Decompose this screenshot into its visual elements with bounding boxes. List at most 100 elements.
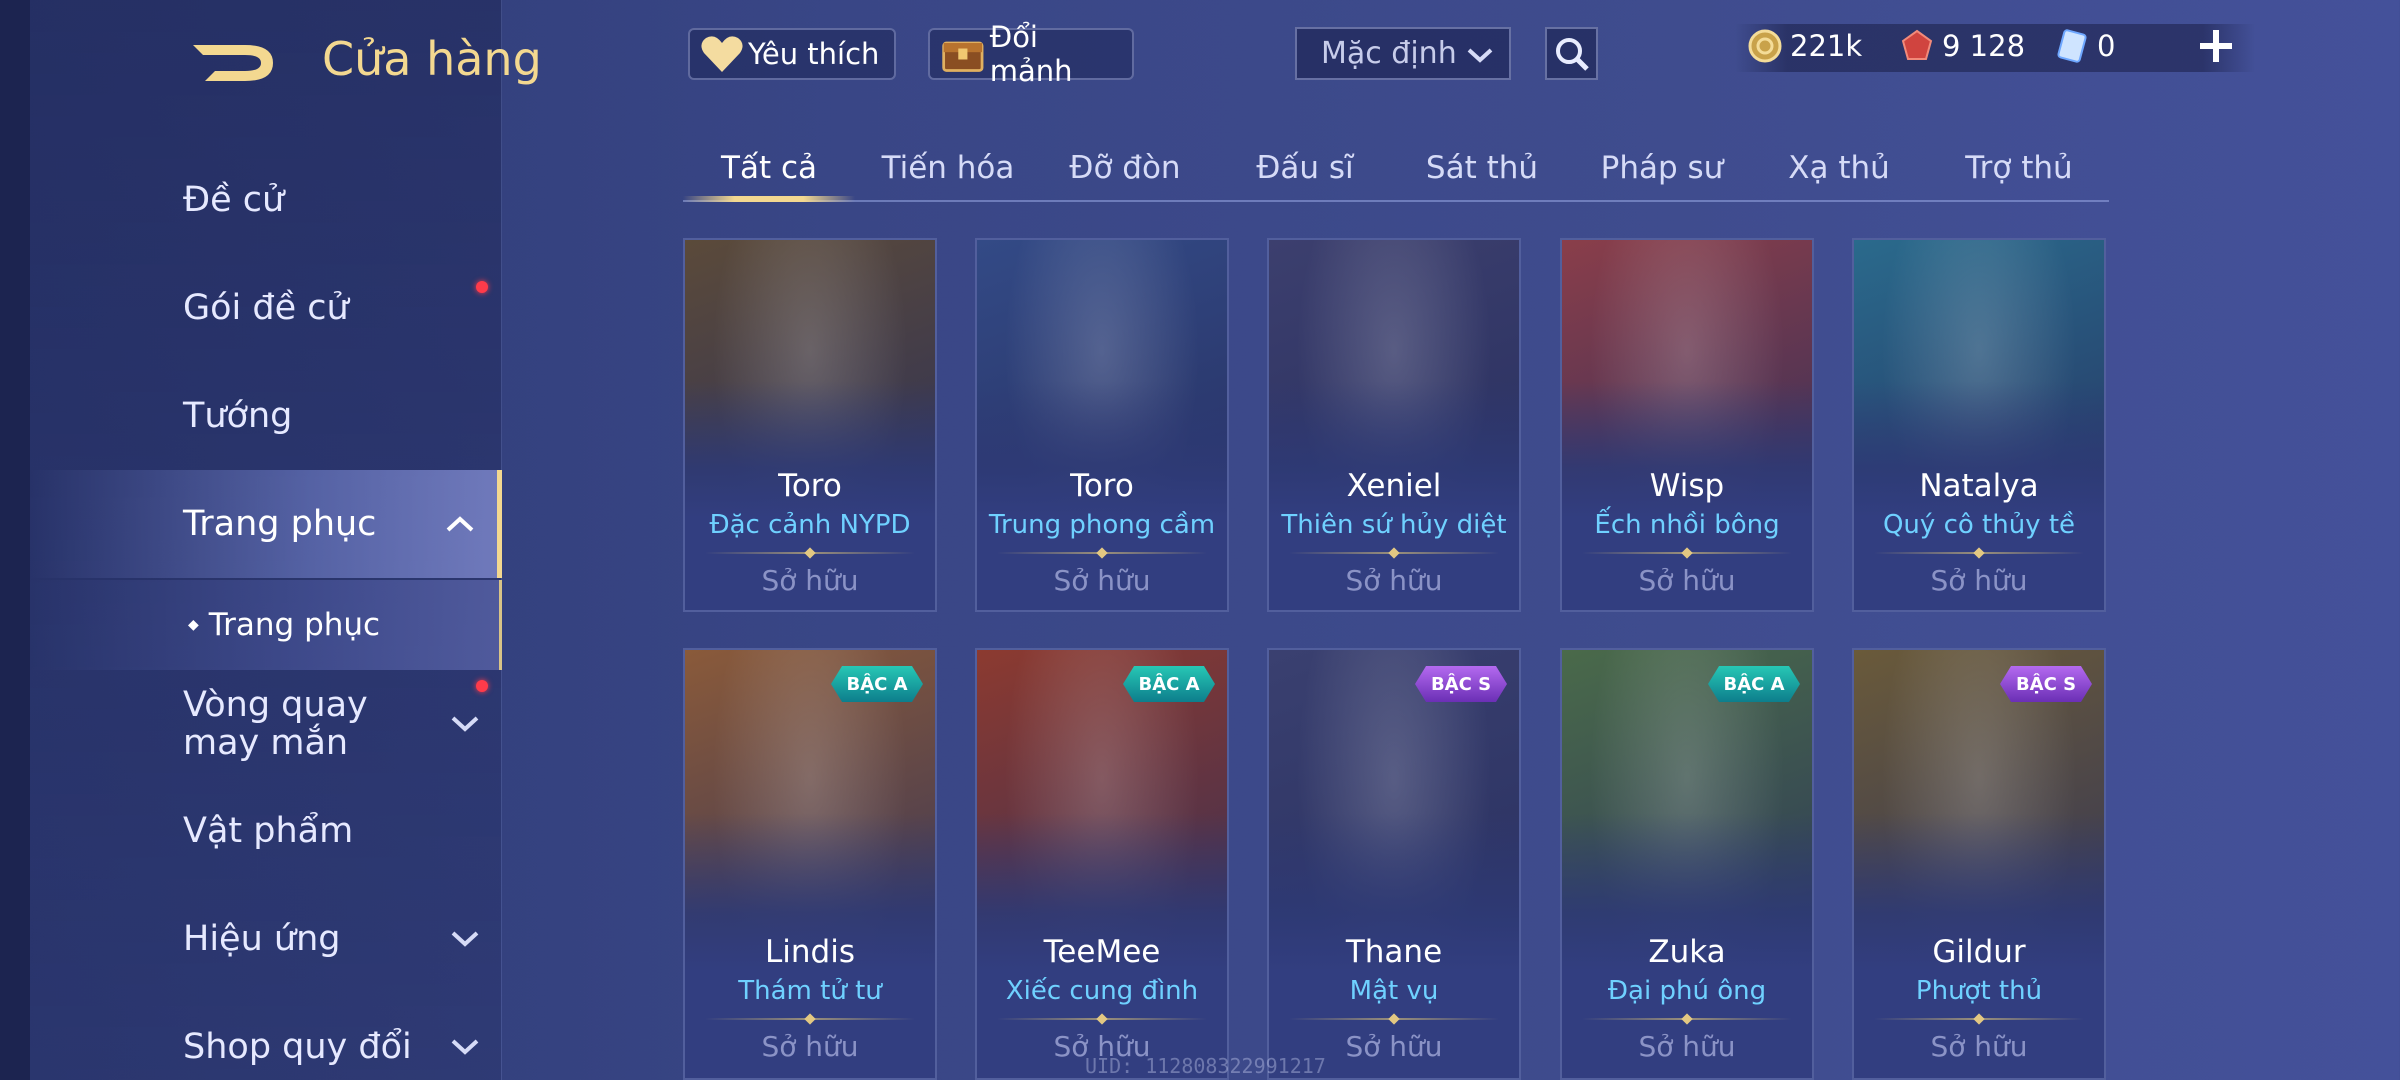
tab-fighter[interactable]: Đấu sĩ	[1256, 150, 1353, 186]
favorite-label: Yêu thích	[748, 37, 880, 71]
owned-status: Sở hữu	[761, 1030, 859, 1063]
exchange-shards-button[interactable]: Đổi mảnh	[928, 20, 1134, 88]
skin-name: Quý cô thủy tề	[1882, 510, 2076, 540]
plus-icon[interactable]	[2196, 26, 2236, 66]
hero-name: Toro	[778, 468, 842, 504]
chevron-up-icon	[446, 516, 474, 532]
hero-name: Gildur	[1932, 934, 2026, 970]
skin-card[interactable]: Toro Trung phong cầm Sở hữu	[975, 238, 1229, 612]
ruby-amount: 9 128	[1942, 29, 2026, 63]
owned-status: Sở hữu	[1053, 564, 1151, 597]
favorite-button[interactable]: Yêu thích	[688, 28, 896, 80]
skin-name: Thám tử tư	[738, 976, 882, 1006]
owned-status: Sở hữu	[1930, 564, 2028, 597]
tab-mage[interactable]: Pháp sư	[1601, 150, 1724, 186]
skin-name: Đại phú ông	[1607, 976, 1767, 1006]
sidebar-item-label: Shop quy đổi	[183, 1027, 412, 1067]
sidebar-item-label: Đề cử	[183, 180, 285, 220]
owned-status: Sở hữu	[761, 564, 859, 597]
gold-coin-icon	[1748, 29, 1782, 63]
skin-card[interactable]: Toro Đặc cảnh NYPD Sở hữu	[683, 238, 937, 612]
gold-amount: 221k	[1790, 29, 1863, 63]
skin-card[interactable]: Natalya Quý cô thủy tề Sở hữu	[1852, 238, 2106, 612]
treasure-chest-icon	[942, 41, 984, 72]
tier-badge: BẬC A	[1708, 666, 1800, 702]
voucher-currency: 0	[2055, 29, 2115, 63]
skin-card[interactable]: BẬC A TeeMee Xiếc cung đình Sở hữu	[975, 648, 1229, 1080]
skin-card[interactable]: BẬC A Lindis Thám tử tư Sở hữu	[683, 648, 937, 1080]
hero-name: Lindis	[765, 934, 855, 970]
sidebar-item-label: Vòng quay may mắn	[183, 685, 368, 763]
owned-status: Sở hữu	[1345, 564, 1443, 597]
tab-all[interactable]: Tất cả	[721, 150, 817, 186]
sidebar-item-label: Hiệu ứng	[183, 919, 341, 959]
sidebar-item-heroes[interactable]: Tướng	[30, 371, 502, 461]
hero-name: Natalya	[1919, 468, 2039, 504]
skin-card[interactable]: BẬC S Thane Mật vụ Sở hữu	[1267, 648, 1521, 1080]
tab-tank[interactable]: Đỡ đòn	[1069, 150, 1180, 186]
tier-badge: BẬC S	[2000, 666, 2092, 702]
skin-card[interactable]: BẬC S Gildur Phượt thủ Sở hữu	[1852, 648, 2106, 1080]
skin-card[interactable]: Wisp Ếch nhồi bông Sở hữu	[1560, 238, 1814, 612]
skin-card[interactable]: BẬC A Zuka Đại phú ông Sở hữu	[1560, 648, 1814, 1080]
page-title: Cửa hàng	[322, 32, 542, 86]
sidebar-subitem-label: Trang phục	[208, 607, 381, 643]
skin-card[interactable]: Xeniel Thiên sứ hủy diệt Sở hữu	[1267, 238, 1521, 612]
uid-watermark: UID: 112808322991217	[1085, 1054, 1326, 1078]
sidebar-item-recommended-packs[interactable]: Gói đề cử	[30, 263, 502, 353]
hero-name: TeeMee	[1043, 934, 1161, 970]
sidebar-item-label: Tướng	[183, 396, 293, 436]
back-arrow-icon[interactable]	[185, 35, 280, 87]
search-icon	[1555, 37, 1589, 71]
active-tab-indicator	[683, 196, 855, 202]
tab-support[interactable]: Trợ thủ	[1965, 150, 2072, 186]
hero-name: Thane	[1345, 934, 1443, 970]
hero-name: Toro	[1070, 468, 1134, 504]
owned-status: Sở hữu	[1930, 1030, 2028, 1063]
sidebar-subitem-skins[interactable]: ◆ Trang phục	[30, 580, 502, 670]
skin-name: Trung phong cầm	[988, 510, 1216, 540]
skin-name: Phượt thủ	[1915, 976, 2043, 1006]
sidebar-item-skins[interactable]: Trang phục	[30, 470, 502, 578]
tier-badge: BẬC A	[831, 666, 923, 702]
skin-name: Đặc cảnh NYPD	[709, 510, 911, 540]
chevron-down-icon	[451, 716, 479, 732]
hero-name: Xeniel	[1346, 468, 1442, 504]
sidebar-item-label: Vật phẩm	[183, 811, 354, 851]
sidebar-item-exchange-shop[interactable]: Shop quy đổi	[30, 1002, 502, 1080]
skin-name: Mật vụ	[1349, 976, 1439, 1006]
notification-dot	[476, 281, 488, 293]
hero-name: Zuka	[1648, 934, 1726, 970]
sidebar-item-effects[interactable]: Hiệu ứng	[30, 894, 502, 984]
tab-assassin[interactable]: Sát thủ	[1426, 150, 1538, 186]
ruby-currency: 9 128	[1900, 29, 2025, 63]
skin-name: Xiếc cung đình	[1005, 976, 1199, 1006]
skin-name: Thiên sứ hủy diệt	[1281, 510, 1507, 540]
sort-dropdown[interactable]: Mặc định	[1295, 27, 1511, 80]
owned-status: Sở hữu	[1638, 1030, 1736, 1063]
notification-dot	[476, 680, 488, 692]
exchange-label: Đổi mảnh	[989, 20, 1073, 88]
voucher-amount: 0	[2097, 29, 2116, 63]
tab-marksman[interactable]: Xạ thủ	[1788, 150, 1890, 186]
left-edge-strip	[0, 0, 30, 1080]
sidebar-item-recommended[interactable]: Đề cử	[30, 155, 502, 245]
sidebar-item-label: Trang phục	[183, 504, 377, 544]
heart-icon	[701, 36, 743, 72]
sidebar-item-label: Gói đề cử	[183, 288, 349, 328]
gold-currency: 221k	[1748, 29, 1862, 63]
sidebar-item-lucky-spin[interactable]: Vòng quay may mắn	[30, 676, 502, 772]
bullet-icon: ◆	[188, 617, 199, 633]
sort-value: Mặc định	[1321, 36, 1457, 71]
sidebar-item-items[interactable]: Vật phẩm	[30, 786, 502, 876]
ruby-icon	[1901, 29, 1933, 60]
search-button[interactable]	[1545, 27, 1598, 80]
chevron-down-icon	[1467, 48, 1493, 63]
tier-badge: BẬC S	[1415, 666, 1507, 702]
voucher-icon	[2057, 29, 2087, 63]
hero-name: Wisp	[1649, 468, 1725, 504]
tab-evolution[interactable]: Tiến hóa	[882, 150, 1015, 186]
tier-badge: BẬC A	[1123, 666, 1215, 702]
skin-name: Ếch nhồi bông	[1594, 510, 1780, 540]
chevron-down-icon	[451, 1039, 479, 1055]
